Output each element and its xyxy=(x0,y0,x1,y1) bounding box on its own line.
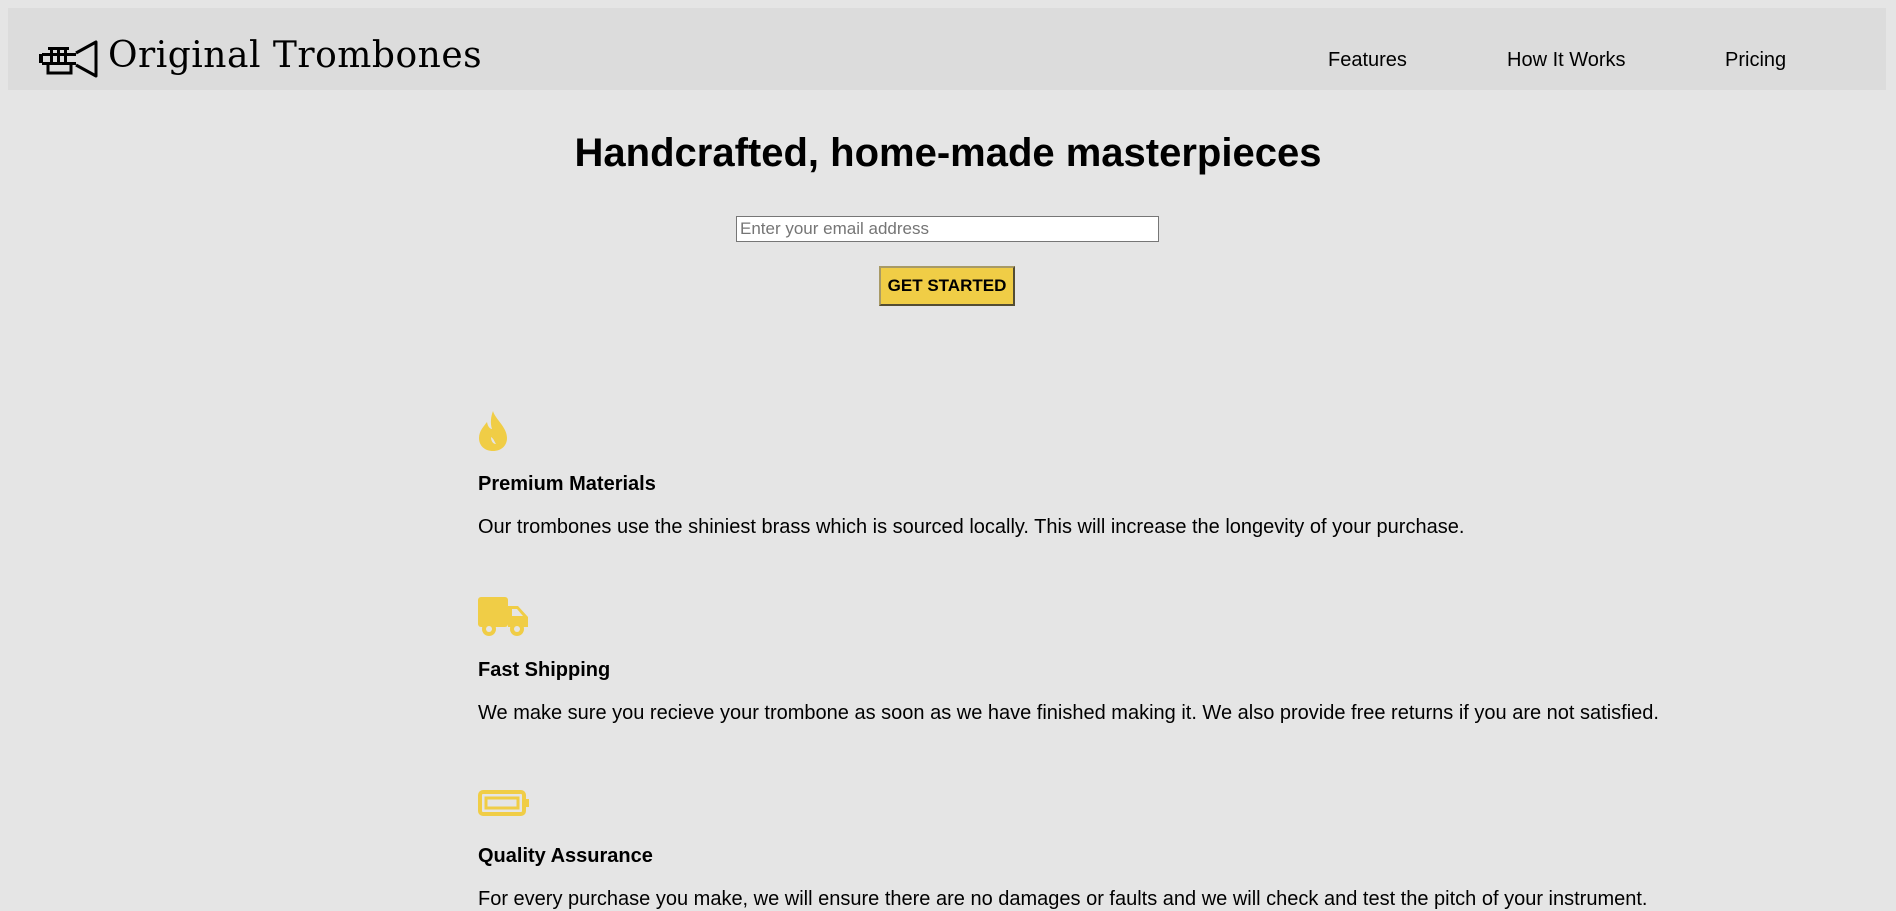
trumpet-icon xyxy=(39,40,98,78)
get-started-button[interactable]: GET STARTED xyxy=(879,266,1015,306)
flame-icon xyxy=(479,411,507,451)
feature-text-premium-materials: Our trombones use the shiniest brass whi… xyxy=(478,516,1465,538)
brand-name: Original Trombones xyxy=(108,35,483,76)
feature-title-quality-assurance: Quality Assurance xyxy=(478,845,653,867)
feature-text-fast-shipping: We make sure you recieve your trombone a… xyxy=(478,702,1659,724)
nav-link-features[interactable]: Features xyxy=(1328,48,1407,72)
feature-text-quality-assurance: For every purchase you make, we will ens… xyxy=(478,888,1648,910)
truck-icon xyxy=(478,597,528,636)
nav-link-pricing[interactable]: Pricing xyxy=(1725,48,1786,72)
feature-title-fast-shipping: Fast Shipping xyxy=(478,659,611,681)
nav-link-how-it-works[interactable]: How It Works xyxy=(1507,48,1626,72)
email-input[interactable] xyxy=(736,216,1159,242)
feature-title-premium-materials: Premium Materials xyxy=(478,473,656,495)
battery-icon xyxy=(478,790,529,816)
hero-title: Handcrafted, home-made masterpieces xyxy=(574,131,1322,175)
site-header: Original Trombones Features How It Works… xyxy=(8,8,1886,90)
